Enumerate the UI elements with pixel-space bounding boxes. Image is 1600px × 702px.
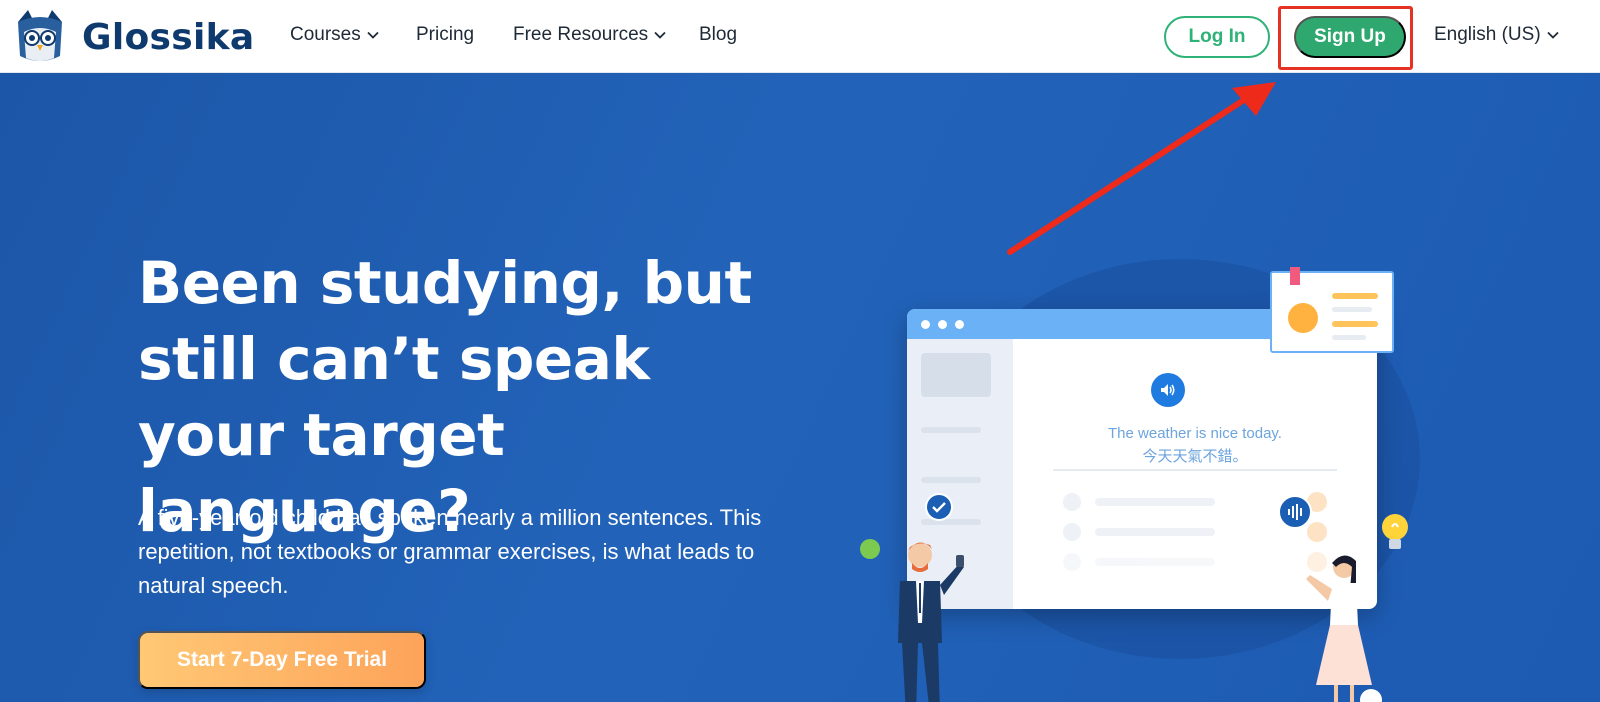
woman-figure bbox=[1306, 555, 1372, 702]
divider bbox=[1053, 469, 1337, 471]
speaker-icon bbox=[1151, 373, 1185, 407]
nav-courses-label: Courses bbox=[290, 24, 361, 45]
bookmark-icon bbox=[1290, 267, 1300, 285]
sample-sentence-chinese: 今天天氣不錯。 bbox=[1142, 447, 1248, 465]
top-navbar: Glossika Courses Pricing Free Resources … bbox=[0, 0, 1600, 73]
list-item bbox=[1063, 552, 1327, 572]
nav-free-resources-label: Free Resources bbox=[513, 24, 649, 45]
login-button[interactable]: Log In bbox=[1164, 16, 1270, 58]
brand-name: Glossika bbox=[82, 16, 255, 58]
signup-button[interactable]: Sign Up bbox=[1294, 16, 1406, 58]
light-bulb-icon bbox=[1382, 514, 1408, 549]
brand-logo[interactable]: Glossika bbox=[12, 8, 254, 66]
badge-icon bbox=[1288, 303, 1318, 333]
sample-sentence-english: The weather is nice today. bbox=[1108, 425, 1282, 442]
nav-blog[interactable]: Blog bbox=[699, 24, 737, 46]
hero-illustration: The weather is nice today. 今天天氣不錯。 bbox=[860, 259, 1440, 702]
nav-pricing[interactable]: Pricing bbox=[416, 24, 474, 46]
language-label: English (US) bbox=[1434, 24, 1541, 45]
man-figure bbox=[898, 542, 964, 702]
chevron-down-icon bbox=[367, 31, 379, 39]
chevron-down-icon bbox=[654, 31, 666, 39]
hero-section: Been studying, but still can’t speak you… bbox=[0, 73, 1600, 702]
volume-icon bbox=[1307, 522, 1327, 542]
voice-wave-icon bbox=[1278, 495, 1312, 529]
nav-blog-label: Blog bbox=[699, 24, 738, 45]
language-selector[interactable]: English (US) bbox=[1434, 24, 1559, 46]
nav-pricing-label: Pricing bbox=[416, 24, 475, 45]
progress-card bbox=[1270, 267, 1394, 353]
hero-subtext: A five-year-old child has spoken nearly … bbox=[138, 505, 762, 598]
owl-logo-icon bbox=[18, 10, 62, 61]
chevron-down-icon bbox=[1547, 31, 1559, 39]
check-icon bbox=[925, 493, 953, 521]
start-free-trial-button[interactable]: Start 7-Day Free Trial bbox=[138, 631, 426, 689]
nav-free-resources[interactable]: Free Resources bbox=[513, 24, 666, 46]
nav-courses[interactable]: Courses bbox=[290, 24, 379, 46]
